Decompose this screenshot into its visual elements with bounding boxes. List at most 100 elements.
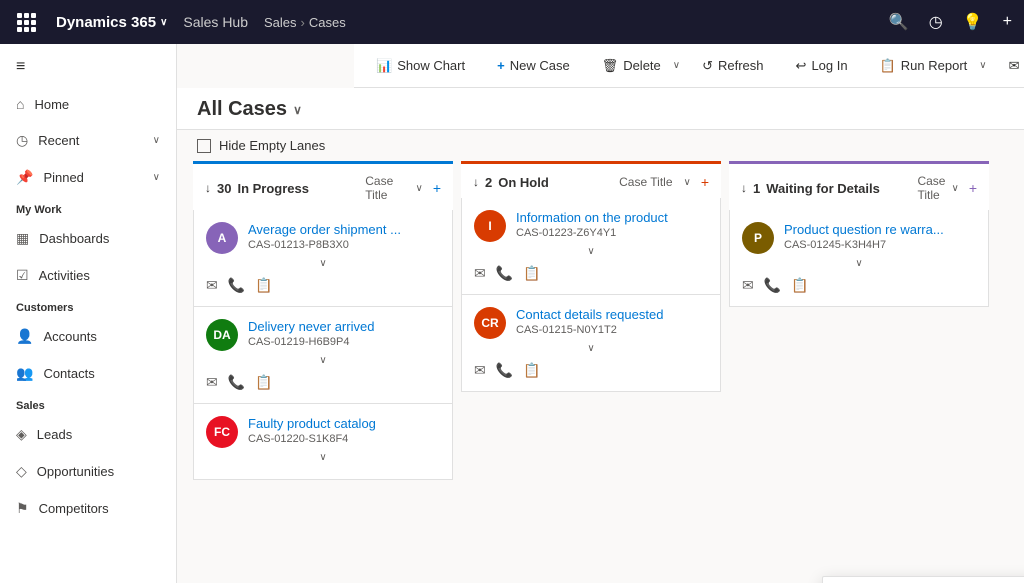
col-count-waiting: 1 bbox=[753, 181, 760, 196]
col-sort-caret-in-progress[interactable]: ∨ bbox=[416, 183, 423, 194]
notes-action-icon[interactable]: 📋 bbox=[255, 277, 272, 294]
avatar-CR: CR bbox=[474, 307, 506, 339]
card-id-waiting-0: CAS-01245-K3H4H7 bbox=[784, 239, 976, 251]
email-action-icon[interactable]: ✉ bbox=[474, 265, 486, 282]
column-on-hold: ↓ 2 On Hold Case Title ∨ + I bbox=[461, 161, 721, 567]
column-header-on-hold: ↓ 2 On Hold Case Title ∨ + bbox=[461, 161, 721, 198]
report-caret[interactable]: ∨ bbox=[979, 60, 986, 71]
card-on-hold-0[interactable]: I Information on the product CAS-01223-Z… bbox=[461, 198, 721, 295]
add-icon[interactable]: + bbox=[1003, 13, 1012, 31]
card-expand-waiting-0[interactable]: ∨ bbox=[742, 254, 976, 273]
page-header: All Cases ∨ bbox=[177, 88, 1024, 130]
email-action-icon[interactable]: ✉ bbox=[474, 362, 486, 379]
card-in-progress-1[interactable]: DA Delivery never arrived CAS-01219-H6B9… bbox=[193, 307, 453, 404]
sidebar-item-recent[interactable]: ◷ Recent ∨ bbox=[0, 122, 176, 159]
sales-header: Sales bbox=[0, 392, 176, 416]
card-on-hold-1[interactable]: CR Contact details requested CAS-01215-N… bbox=[461, 295, 721, 392]
card-actions-hold-1: ✉ 📞 📋 bbox=[474, 358, 708, 379]
accounts-icon: 👤 bbox=[16, 328, 33, 345]
column-header-in-progress: ↓ 30 In Progress Case Title ∨ + bbox=[193, 161, 453, 210]
search-icon[interactable]: 🔍 bbox=[889, 12, 909, 32]
sidebar-item-opportunities[interactable]: ◇ Opportunities bbox=[0, 453, 176, 490]
run-report-button[interactable]: 📋 Run Report bbox=[870, 52, 978, 80]
sidebar-item-home[interactable]: ⌂ Home bbox=[0, 86, 176, 122]
email-link-button[interactable]: ✉ Email a Link bbox=[999, 52, 1024, 80]
home-icon: ⌂ bbox=[16, 96, 24, 112]
email-action-icon[interactable]: ✉ bbox=[206, 374, 218, 391]
toolbar: 📊 Show Chart + New Case 🗑 Delete ∨ ↺ Ref… bbox=[354, 44, 1024, 88]
phone-action-icon[interactable]: 📞 bbox=[764, 277, 781, 294]
log-in-button[interactable]: ↩ Log In bbox=[786, 52, 858, 80]
app-title[interactable]: Dynamics 365 ∨ bbox=[56, 14, 167, 31]
email-action-icon[interactable]: ✉ bbox=[742, 277, 754, 294]
breadcrumb: Sales › Cases bbox=[264, 15, 346, 30]
delete-button[interactable]: 🗑 Delete bbox=[592, 52, 671, 80]
card-expand-2[interactable]: ∨ bbox=[206, 448, 440, 467]
card-id-1: CAS-01219-H6B9P4 bbox=[248, 336, 440, 348]
competitors-icon: ⚑ bbox=[16, 500, 29, 517]
cards-on-hold: I Information on the product CAS-01223-Z… bbox=[461, 198, 721, 392]
hide-empty-label[interactable]: Hide Empty Lanes bbox=[219, 138, 325, 153]
card-id-2: CAS-01220-S1K8F4 bbox=[248, 433, 440, 445]
phone-action-icon[interactable]: 📞 bbox=[496, 265, 513, 282]
sidebar-item-pinned[interactable]: 📌 Pinned ∨ bbox=[0, 159, 176, 196]
card-title-0: Average order shipment ... bbox=[248, 222, 440, 237]
my-work-header: My Work bbox=[0, 196, 176, 220]
sidebar-item-leads[interactable]: ◈ Leads bbox=[0, 416, 176, 453]
email-action-icon[interactable]: ✉ bbox=[206, 277, 218, 294]
card-title-2: Faulty product catalog bbox=[248, 416, 440, 431]
card-in-progress-2[interactable]: FC Faulty product catalog CAS-01220-S1K8… bbox=[193, 404, 453, 480]
app-grid-icon[interactable] bbox=[12, 8, 40, 36]
main-content: 📊 Show Chart + New Case 🗑 Delete ∨ ↺ Ref… bbox=[177, 44, 1024, 583]
report-icon: 📋 bbox=[880, 58, 896, 74]
col-add-waiting[interactable]: + bbox=[969, 180, 977, 196]
sidebar-item-competitors[interactable]: ⚑ Competitors bbox=[0, 490, 176, 527]
sidebar-item-dashboards[interactable]: ▦ Dashboards bbox=[0, 220, 176, 257]
phone-action-icon[interactable]: 📞 bbox=[496, 362, 513, 379]
sidebar-item-contacts[interactable]: 👥 Contacts bbox=[0, 355, 176, 392]
col-title-waiting: Waiting for Details bbox=[766, 181, 880, 196]
sidebar-item-activities[interactable]: ☑ Activities bbox=[0, 257, 176, 294]
card-expand-0[interactable]: ∨ bbox=[206, 254, 440, 273]
card-title-hold-0: Information on the product bbox=[516, 210, 708, 225]
chart-icon: 📊 bbox=[376, 58, 392, 74]
notes-action-icon[interactable]: 📋 bbox=[523, 362, 540, 379]
col-title-on-hold: On Hold bbox=[498, 175, 549, 190]
col-sort-caret-waiting[interactable]: ∨ bbox=[951, 183, 958, 194]
show-chart-button[interactable]: 📊 Show Chart bbox=[366, 52, 475, 80]
col-sort-caret-hold[interactable]: ∨ bbox=[684, 177, 691, 188]
customers-header: Customers bbox=[0, 294, 176, 318]
hide-empty-checkbox[interactable] bbox=[197, 139, 211, 153]
phone-action-icon[interactable]: 📞 bbox=[228, 277, 245, 294]
clock-icon[interactable]: ◷ bbox=[929, 12, 943, 32]
card-id-hold-1: CAS-01215-N0Y1T2 bbox=[516, 324, 708, 336]
floating-card[interactable]: D Dysfunctional Litware La... CAS-00055-… bbox=[822, 576, 1024, 583]
new-case-button[interactable]: + New Case bbox=[487, 52, 580, 79]
dashboards-icon: ▦ bbox=[16, 230, 29, 247]
breadcrumb-cases: Cases bbox=[309, 15, 346, 30]
column-header-waiting: ↓ 1 Waiting for Details Case Title ∨ + bbox=[729, 161, 989, 210]
refresh-button[interactable]: ↺ Refresh bbox=[692, 52, 773, 80]
email-icon: ✉ bbox=[1009, 58, 1020, 74]
hamburger-menu[interactable]: ≡ bbox=[0, 48, 176, 86]
notes-action-icon[interactable]: 📋 bbox=[523, 265, 540, 282]
card-waiting-0[interactable]: P Product question re warra... CAS-01245… bbox=[729, 210, 989, 307]
avatar-DA: DA bbox=[206, 319, 238, 351]
notes-action-icon[interactable]: 📋 bbox=[255, 374, 272, 391]
delete-caret[interactable]: ∨ bbox=[673, 60, 680, 71]
column-in-progress: ↓ 30 In Progress Case Title ∨ + A bbox=[193, 161, 453, 567]
card-actions-hold-0: ✉ 📞 📋 bbox=[474, 261, 708, 282]
col-add-in-progress[interactable]: + bbox=[433, 180, 441, 196]
card-expand-hold-0[interactable]: ∨ bbox=[474, 242, 708, 261]
notes-action-icon[interactable]: 📋 bbox=[791, 277, 808, 294]
card-in-progress-0[interactable]: A Average order shipment ... CAS-01213-P… bbox=[193, 210, 453, 307]
help-icon[interactable]: 💡 bbox=[963, 12, 983, 32]
col-count-in-progress: 30 bbox=[217, 181, 231, 196]
card-expand-1[interactable]: ∨ bbox=[206, 351, 440, 370]
phone-action-icon[interactable]: 📞 bbox=[228, 374, 245, 391]
sidebar-item-accounts[interactable]: 👤 Accounts bbox=[0, 318, 176, 355]
title-caret[interactable]: ∨ bbox=[293, 103, 302, 117]
col-add-hold[interactable]: + bbox=[701, 174, 709, 190]
kanban-board: ↓ 30 In Progress Case Title ∨ + A bbox=[177, 161, 1024, 583]
card-expand-hold-1[interactable]: ∨ bbox=[474, 339, 708, 358]
